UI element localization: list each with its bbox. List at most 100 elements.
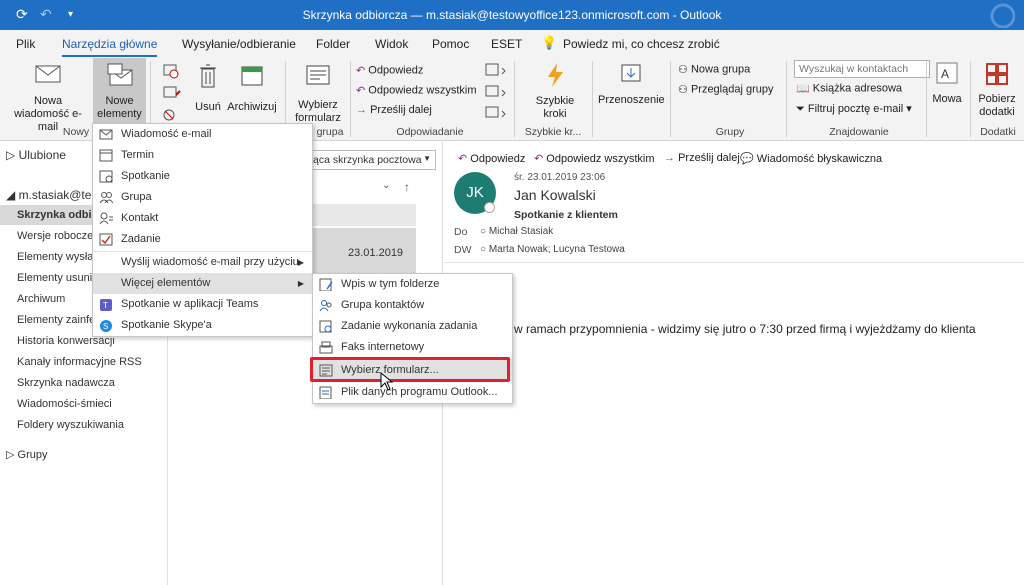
to-recipient[interactable]: ○ Michał Stasiak (480, 226, 553, 237)
menu-item-group[interactable]: Grupa (93, 187, 312, 208)
menu-item-teams-label: Spotkanie w aplikacji Teams (121, 298, 259, 310)
speech-button[interactable]: A Mowa (930, 61, 964, 106)
ignore-icon[interactable] (162, 63, 180, 79)
browse-groups-button[interactable]: ⚇ Przeglądaj grupy (678, 83, 774, 96)
message-body: w ramach przypomnienia - widzimy się jut… (514, 322, 976, 336)
choose-form-label: Wybierz formularz (295, 99, 341, 124)
to-label: Do (454, 226, 468, 238)
menu-item-meeting[interactable]: Spotkanie (93, 166, 312, 187)
folder-sent[interactable]: Elementy wysłan (17, 251, 100, 263)
address-book-button[interactable]: 📖 Książka adresowa (796, 82, 902, 95)
forward-icon: → (356, 104, 367, 117)
sender-name[interactable]: Jan Kowalski (514, 187, 596, 203)
address-book-label: Książka adresowa (812, 82, 903, 95)
move-button[interactable]: Przenoszenie (598, 61, 665, 107)
menu-item-appointment[interactable]: Termin (93, 145, 312, 166)
new-email-button[interactable]: Nowa wiadomość e-mail (4, 63, 92, 134)
presence-icon (484, 202, 495, 213)
contacts-search-input[interactable]: Wyszukaj w kontaktach (794, 60, 930, 78)
menu-item-send-using[interactable]: Wyślij wiadomość e-mail przy użyciu ▶ (93, 252, 312, 273)
reading-reply-button[interactable]: ↶ Odpowiedz (458, 152, 525, 165)
clean-up-icon[interactable] (162, 85, 184, 101)
quick-steps-button[interactable]: Szybkie kroki (524, 61, 586, 121)
tell-me-box[interactable]: Powiedz mi, co chcesz zrobić (563, 37, 720, 51)
tab-send-receive[interactable]: Wysyłanie/odbieranie (182, 37, 296, 51)
filter-email-button[interactable]: ⏷ Filtruj pocztę e-mail ▾ (796, 102, 912, 116)
more-respond-icon[interactable] (484, 105, 508, 121)
folder-junk[interactable]: Wiadomości-śmieci (17, 398, 112, 410)
menu-item-email[interactable]: Wiadomość e-mail (93, 124, 312, 145)
tab-home[interactable]: Narzędzia główne (62, 37, 158, 57)
new-items-button[interactable]: Nowe elementy (93, 58, 146, 124)
submenu-item-fax[interactable]: Faks internetowy (313, 337, 512, 358)
meeting-reply-icon[interactable] (484, 62, 508, 78)
favorites-header[interactable]: ▷ Ulubione (6, 148, 66, 162)
menu-item-skype-meeting[interactable]: S Spotkanie Skype'a (93, 315, 312, 336)
menu-item-more-items-label: Więcej elementów (121, 277, 211, 289)
search-scope-dropdown[interactable]: ąca skrzynka pocztowa ▼ (308, 150, 436, 170)
tab-help[interactable]: Pomoc (432, 37, 469, 51)
reply-button[interactable]: ↶ Odpowiedz (356, 64, 423, 77)
folder-deleted[interactable]: Elementy usunię (17, 272, 98, 284)
reply-icon: ↶ (458, 153, 468, 165)
junk-icon[interactable] (162, 107, 184, 123)
forward-button[interactable]: → Prześlij dalej (356, 104, 432, 116)
folder-search[interactable]: Foldery wyszukiwania (17, 419, 124, 431)
tab-eset[interactable]: ESET (491, 37, 522, 51)
menu-item-meeting-label: Spotkanie (121, 170, 170, 182)
submenu-item-post[interactable]: Wpis w tym folderze (313, 274, 512, 295)
new-items-label: Nowe elementy (97, 95, 142, 120)
sort-chevron-icon[interactable]: ⌄ (382, 180, 390, 191)
menu-item-appointment-label: Termin (121, 149, 155, 161)
sort-arrow-up-icon[interactable]: ↑ (404, 180, 410, 194)
folder-infected[interactable]: Elementy zainfek (17, 314, 101, 326)
ribbon-tabs: Plik Narzędzia główne Wysyłanie/odbieran… (0, 30, 1024, 57)
delete-button[interactable]: Usuń (192, 63, 224, 114)
groups-label: Grupy (17, 449, 48, 461)
menu-item-more-items[interactable]: Więcej elementów ▶ (93, 273, 312, 294)
submenu-item-task-request[interactable]: Zadanie wykonania zadania (313, 316, 512, 337)
tab-folder[interactable]: Folder (316, 37, 350, 51)
cc-recipients[interactable]: ○ Marta Nowak; Lucyna Testowa (480, 244, 625, 255)
submenu-item-contact-group-label: Grupa kontaktów (341, 299, 425, 311)
submenu-item-data-file[interactable]: Plik danych programu Outlook... (313, 382, 512, 403)
submenu-arrow-icon: ▶ (297, 279, 304, 288)
submenu-item-fax-label: Faks internetowy (341, 341, 425, 353)
choose-form-button[interactable]: Wybierz formularz (290, 63, 346, 125)
menu-item-task[interactable]: Zadanie (93, 229, 312, 250)
envelope-icon (35, 65, 61, 83)
account-header[interactable]: ◢ m.stasiak@te (6, 188, 91, 202)
lightbulb-icon: 💡 (541, 35, 558, 50)
folder-drafts[interactable]: Wersje robocze [ (17, 230, 99, 242)
reading-im-button[interactable]: 💬 Wiadomość błyskawiczna (740, 152, 882, 165)
groups-header[interactable]: ▷ Grupy (6, 448, 47, 461)
reading-forward-button[interactable]: → Prześlij dalej (664, 152, 740, 164)
get-addins-button[interactable]: Pobierz dodatki (974, 61, 1020, 119)
list-item-date: 23.01.2019 (348, 247, 404, 259)
to-name: Michał Stasiak (488, 226, 554, 237)
reading-reply-all-button[interactable]: ↶ Odpowiedz wszystkim (534, 152, 654, 165)
im-reply-icon[interactable] (484, 84, 508, 100)
folder-archive[interactable]: Archiwum (17, 293, 65, 305)
reading-pane: ↶ Odpowiedz ↶ Odpowiedz wszystkim → Prze… (444, 142, 1024, 585)
reading-reply-all-label: Odpowiedz wszystkim (546, 153, 655, 165)
svg-text:A: A (941, 67, 949, 81)
folder-outbox[interactable]: Skrzynka nadawcza (17, 377, 115, 389)
new-group-button[interactable]: ⚇ Nowa grupa (678, 63, 750, 76)
tab-view[interactable]: Widok (375, 37, 408, 51)
archive-icon (241, 66, 263, 86)
addins-label: Pobierz dodatki (978, 93, 1016, 118)
archive-button[interactable]: Archiwizuj (225, 63, 279, 114)
reading-reply-label: Odpowiedz (470, 153, 526, 165)
task-request-icon (319, 320, 332, 333)
new-items-menu: Wiadomość e-mail Termin Spotkanie Grupa … (92, 123, 313, 337)
folder-inbox[interactable]: Skrzynka odbio (17, 209, 98, 221)
tab-file[interactable]: Plik (16, 37, 35, 51)
reply-all-button[interactable]: ↶ Odpowiedz wszystkim (356, 84, 476, 97)
submenu-item-contact-group[interactable]: Grupa kontaktów (313, 295, 512, 316)
menu-item-teams-meeting[interactable]: T Spotkanie w aplikacji Teams (93, 294, 312, 315)
menu-item-contact[interactable]: Kontakt (93, 208, 312, 229)
folder-rss[interactable]: Kanały informacyjne RSS (17, 356, 142, 368)
account-label: m.stasiak@te (18, 188, 92, 202)
group-icon (99, 192, 113, 204)
